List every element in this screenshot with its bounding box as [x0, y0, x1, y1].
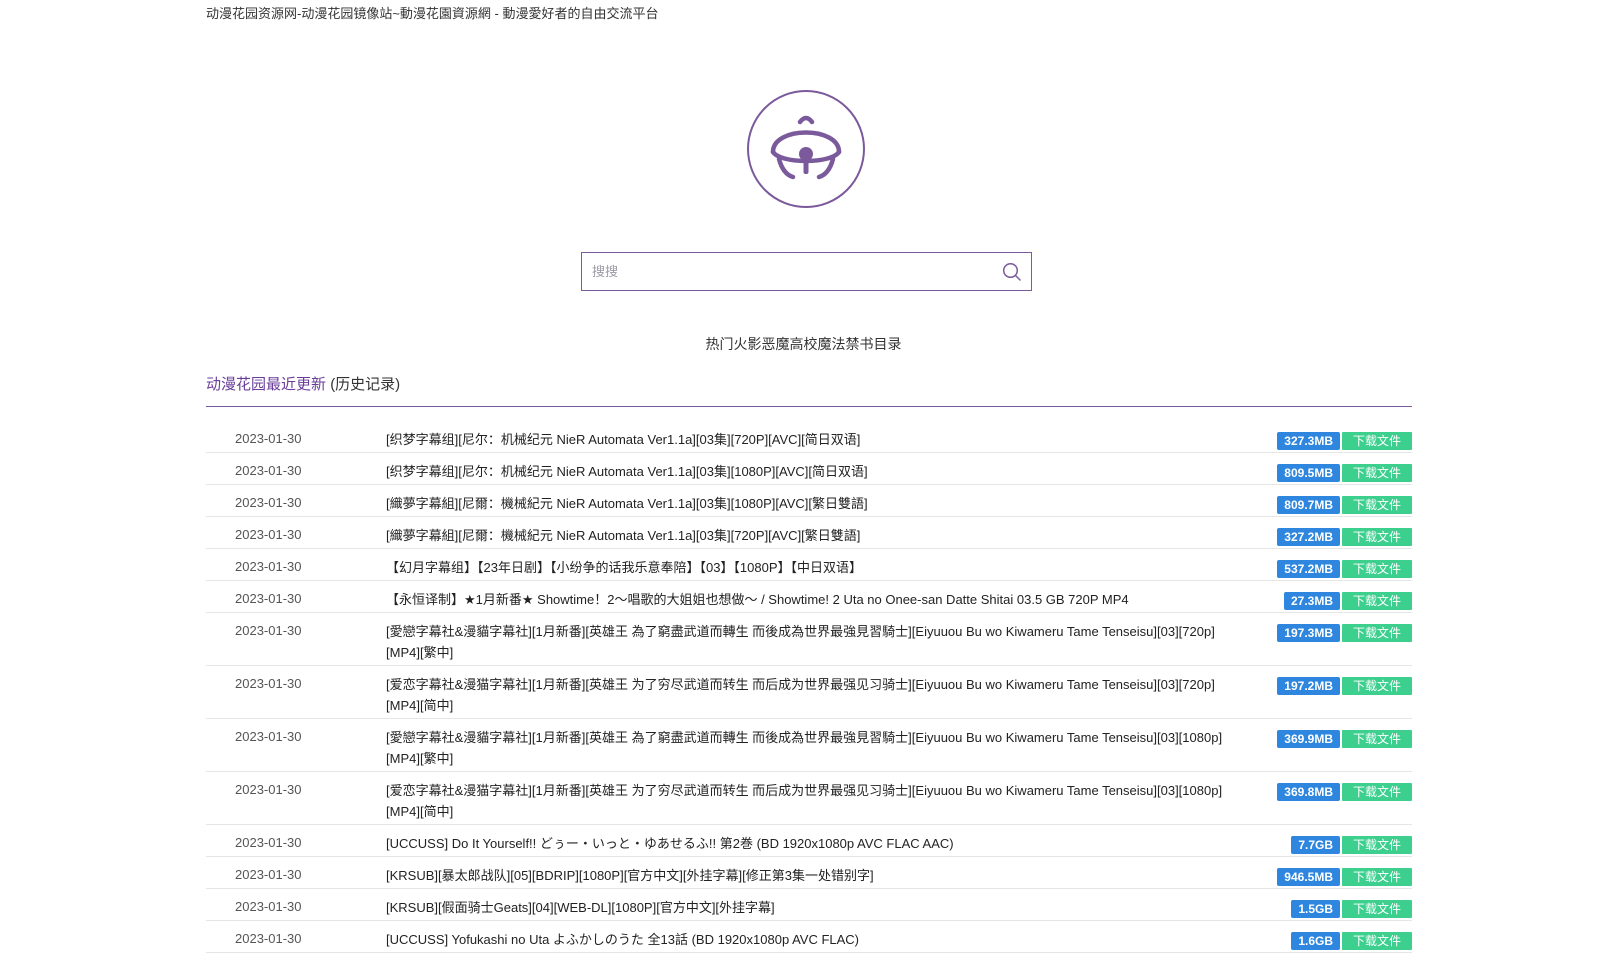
row-date: 2023-01-30	[235, 782, 302, 797]
bell-icon	[770, 115, 842, 180]
download-button[interactable]: 下载文件	[1342, 783, 1412, 801]
section-heading: 动漫花园最近更新 (历史记录)	[206, 373, 400, 394]
row-date: 2023-01-30	[235, 931, 302, 946]
table-row: 2023-01-30 [爱恋字幕社&漫猫字幕社][1月新番][英雄王 为了穷尽武…	[206, 666, 1412, 719]
row-date: 2023-01-30	[235, 591, 302, 606]
size-badge: 369.8MB	[1277, 783, 1340, 801]
size-badge: 327.2MB	[1277, 528, 1340, 546]
hot-label: 热门	[705, 336, 734, 352]
table-row: 2023-01-30 [KRSUB][假面骑士Geats][04][WEB-DL…	[206, 889, 1412, 921]
row-date: 2023-01-30	[235, 676, 302, 691]
row-date: 2023-01-30	[235, 463, 302, 478]
download-button[interactable]: 下载文件	[1342, 592, 1412, 610]
size-badge: 327.3MB	[1277, 432, 1340, 450]
table-row: 2023-01-30 [UCCUSS] Yofukashi no Uta よふか…	[206, 921, 1412, 953]
table-row: 2023-01-30 [KRSUB][暴太郎战队][05][BDRIP][108…	[206, 857, 1412, 889]
download-button[interactable]: 下载文件	[1342, 677, 1412, 695]
row-title-link[interactable]: [愛戀字幕社&漫貓字幕社][1月新番][英雄王 為了窮盡武道而轉生 而後成為世界…	[386, 621, 1246, 663]
size-badge: 809.5MB	[1277, 464, 1340, 482]
row-date: 2023-01-30	[235, 835, 302, 850]
size-badge: 1.6GB	[1291, 932, 1340, 950]
section-title[interactable]: 动漫花园最近更新	[206, 376, 326, 393]
search-icon[interactable]	[1002, 262, 1022, 282]
size-badge: 197.3MB	[1277, 624, 1340, 642]
site-title: 动漫花园资源网-动漫花园镜像站~動漫花園資源網 - 動漫愛好者的自由交流平台	[206, 6, 659, 21]
download-button[interactable]: 下载文件	[1342, 836, 1412, 854]
row-date: 2023-01-30	[235, 431, 302, 446]
download-button[interactable]: 下载文件	[1342, 464, 1412, 482]
table-row: 2023-01-30 【永恒译制】★1月新番★ Showtime！2～唱歌的大姐…	[206, 581, 1412, 613]
table-row: 2023-01-30 [UCCUSS] Do It Yourself!! どぅー…	[206, 825, 1412, 857]
size-badge: 197.2MB	[1277, 677, 1340, 695]
row-title-link[interactable]: [织梦字幕组][尼尔：机械纪元 NieR Automata Ver1.1a][0…	[386, 461, 1246, 482]
row-date: 2023-01-30	[235, 899, 302, 914]
row-title-link[interactable]: [KRSUB][假面骑士Geats][04][WEB-DL][1080P][官方…	[386, 897, 1246, 918]
row-date: 2023-01-30	[235, 623, 302, 638]
size-badge: 7.7GB	[1291, 836, 1340, 854]
row-title-link[interactable]: [织梦字幕组][尼尔：机械纪元 NieR Automata Ver1.1a][0…	[386, 429, 1246, 450]
search-input[interactable]	[582, 253, 982, 290]
row-date: 2023-01-30	[235, 729, 302, 744]
table-row: 2023-01-30 [织梦字幕组][尼尔：机械纪元 NieR Automata…	[206, 453, 1412, 485]
hot-link-3[interactable]: 魔法禁书目录	[818, 336, 902, 352]
download-button[interactable]: 下载文件	[1342, 730, 1412, 748]
download-button[interactable]: 下载文件	[1342, 432, 1412, 450]
row-title-link[interactable]: [UCCUSS] Yofukashi no Uta よふかしのうた 全13話 (…	[386, 929, 1246, 950]
download-button[interactable]: 下载文件	[1342, 560, 1412, 578]
size-badge: 537.2MB	[1277, 560, 1340, 578]
row-title-link[interactable]: [爱恋字幕社&漫猫字幕社][1月新番][英雄王 为了穷尽武道而转生 而后成为世界…	[386, 780, 1246, 822]
history-link[interactable]: (历史记录)	[330, 376, 400, 393]
row-title-link[interactable]: [UCCUSS] Do It Yourself!! どぅー・いっと・ゆあせるふ!…	[386, 833, 1246, 854]
table-row: 2023-01-30 [織夢字幕組][尼爾：機械紀元 NieR Automata…	[206, 485, 1412, 517]
download-button[interactable]: 下载文件	[1342, 932, 1412, 950]
download-button[interactable]: 下载文件	[1342, 624, 1412, 642]
row-title-link[interactable]: 【幻月字幕组】【23年日剧】【小纷争的话我乐意奉陪】【03】【1080P】【中日…	[386, 557, 1246, 578]
download-button[interactable]: 下载文件	[1342, 868, 1412, 886]
download-button[interactable]: 下载文件	[1342, 900, 1412, 918]
row-title-link[interactable]: [KRSUB][暴太郎战队][05][BDRIP][1080P][官方中文][外…	[386, 865, 1246, 886]
site-logo[interactable]	[747, 90, 865, 208]
row-title-link[interactable]: [織夢字幕組][尼爾：機械紀元 NieR Automata Ver1.1a][0…	[386, 493, 1246, 514]
size-badge: 946.5MB	[1277, 868, 1340, 886]
table-row: 2023-01-30 [爱恋字幕社&漫猫字幕社][1月新番][英雄王 为了穷尽武…	[206, 772, 1412, 825]
row-date: 2023-01-30	[235, 559, 302, 574]
size-badge: 369.9MB	[1277, 730, 1340, 748]
size-badge: 1.5GB	[1291, 900, 1340, 918]
row-title-link[interactable]: [織夢字幕組][尼爾：機械紀元 NieR Automata Ver1.1a][0…	[386, 525, 1246, 546]
section-divider	[206, 406, 1412, 407]
table-row: 2023-01-30 [织梦字幕组][尼尔：机械纪元 NieR Automata…	[206, 421, 1412, 453]
table-row: 2023-01-30 [愛戀字幕社&漫貓字幕社][1月新番][英雄王 為了窮盡武…	[206, 613, 1412, 666]
download-button[interactable]: 下载文件	[1342, 496, 1412, 514]
hot-keywords: 热门火影恶魔高校魔法禁书目录	[0, 334, 1607, 354]
size-badge: 809.7MB	[1277, 496, 1340, 514]
table-row: 2023-01-30 【幻月字幕组】【23年日剧】【小纷争的话我乐意奉陪】【03…	[206, 549, 1412, 581]
row-title-link[interactable]: 【永恒译制】★1月新番★ Showtime！2～唱歌的大姐姐也想做～ / Sho…	[386, 589, 1246, 610]
table-row: 2023-01-30 [織夢字幕組][尼爾：機械紀元 NieR Automata…	[206, 517, 1412, 549]
download-button[interactable]: 下载文件	[1342, 528, 1412, 546]
row-date: 2023-01-30	[235, 495, 302, 510]
size-badge: 27.3MB	[1283, 592, 1340, 610]
search-box	[581, 252, 1032, 291]
row-title-link[interactable]: [爱恋字幕社&漫猫字幕社][1月新番][英雄王 为了穷尽武道而转生 而后成为世界…	[386, 674, 1246, 716]
row-date: 2023-01-30	[235, 527, 302, 542]
row-title-link[interactable]: [愛戀字幕社&漫貓字幕社][1月新番][英雄王 為了窮盡武道而轉生 而後成為世界…	[386, 727, 1246, 769]
torrent-list: 2023-01-30 [织梦字幕组][尼尔：机械纪元 NieR Automata…	[206, 421, 1412, 953]
row-date: 2023-01-30	[235, 867, 302, 882]
hot-link-1[interactable]: 火影	[734, 336, 762, 352]
hot-link-2[interactable]: 恶魔高校	[762, 336, 818, 352]
table-row: 2023-01-30 [愛戀字幕社&漫貓字幕社][1月新番][英雄王 為了窮盡武…	[206, 719, 1412, 772]
